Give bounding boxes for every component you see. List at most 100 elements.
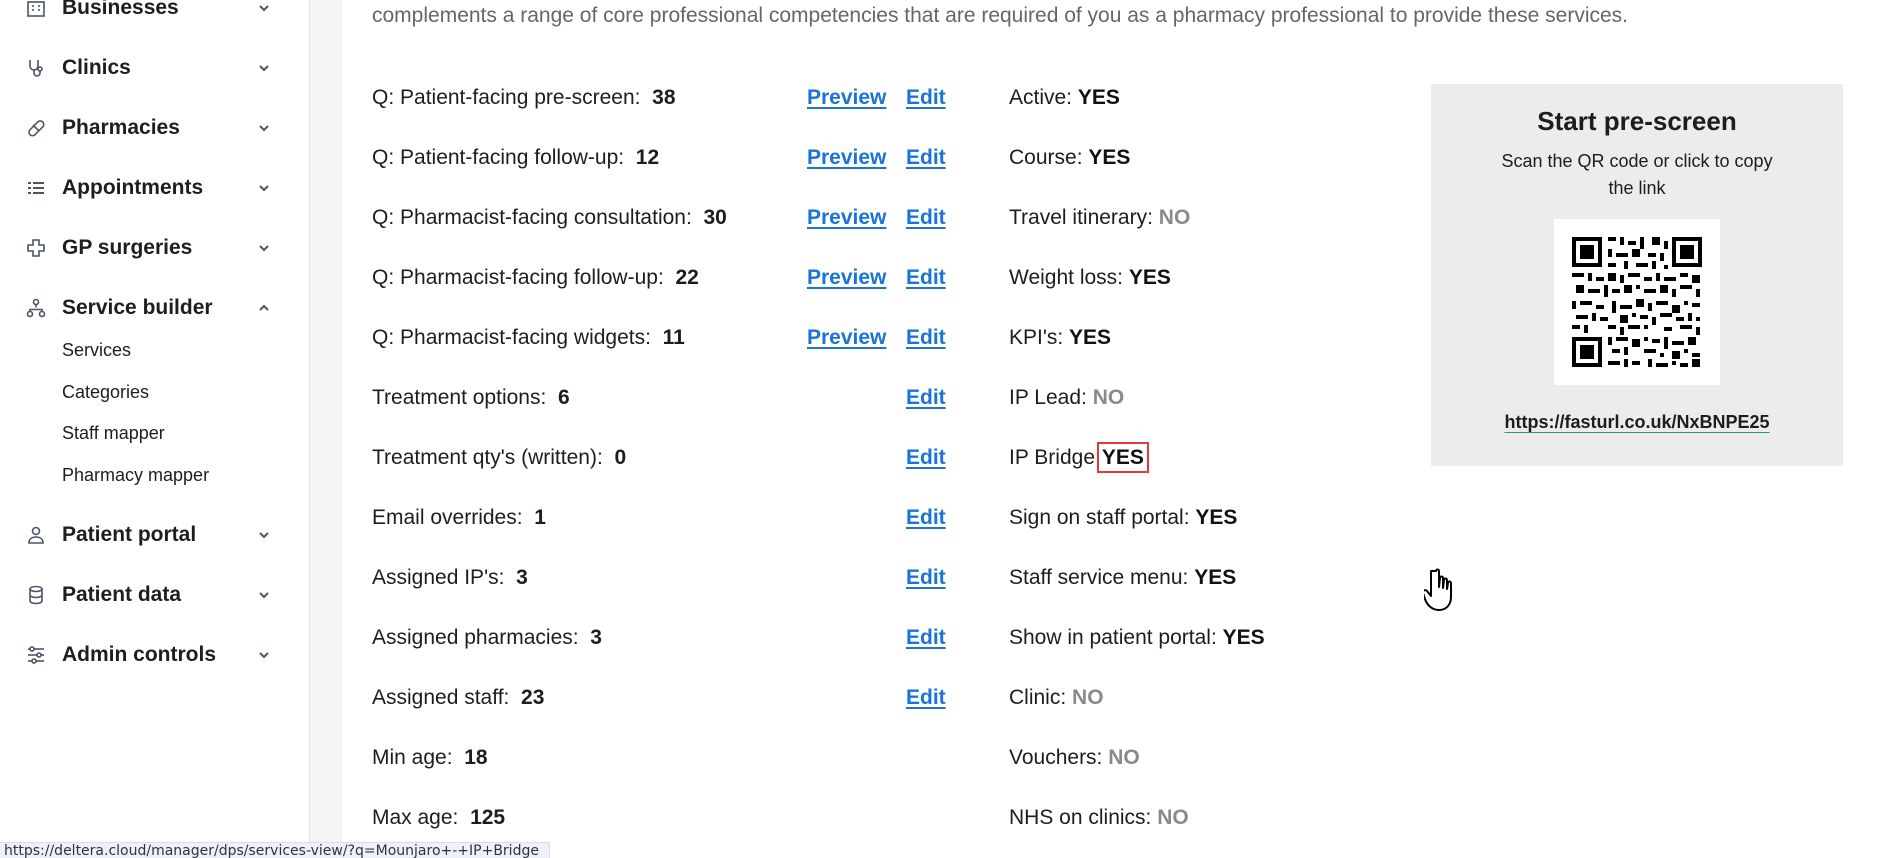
preview-link-pharmacist-consultation[interactable]: Preview — [807, 206, 886, 230]
row-value: 38 — [652, 86, 676, 109]
sidebar-item-label: Appointments — [62, 176, 204, 199]
sidebar-item-patient-portal[interactable]: Patient portal — [24, 515, 274, 555]
row-value: 30 — [703, 206, 727, 229]
sidebar-subitem-services[interactable]: Services — [62, 340, 131, 361]
chevron-up-icon — [254, 298, 274, 318]
sidebar-item-label: Pharmacies — [62, 116, 180, 139]
edit-link-treatment-qty[interactable]: Edit — [906, 446, 946, 470]
flag-label: IP Lead: — [1009, 386, 1087, 409]
sidebar-item-label: Clinics — [62, 56, 131, 79]
row-value: 23 — [521, 686, 545, 709]
row-label: Max age: — [372, 806, 459, 829]
row-value: 6 — [557, 386, 570, 409]
flag-sign-on-staff-portal: Sign on staff portal: YES — [1009, 506, 1237, 530]
sidebar-subitem-staff-mapper[interactable]: Staff mapper — [62, 423, 165, 444]
flag-value: YES — [1194, 566, 1237, 589]
database-icon — [24, 583, 48, 607]
sidebar-item-label: Admin controls — [62, 643, 217, 666]
sidebar-subitem-categories[interactable]: Categories — [62, 382, 149, 403]
flag-vouchers: Vouchers: NO — [1009, 746, 1140, 770]
preview-link-pharmacist-follow-up[interactable]: Preview — [807, 266, 886, 290]
flag-value: NO — [1092, 386, 1125, 409]
chevron-down-icon — [254, 118, 274, 138]
detail-row-email-overrides: Email overrides: 1 — [372, 506, 546, 530]
flag-label: Staff service menu: — [1009, 566, 1189, 589]
flag-label: Clinic: — [1009, 686, 1067, 709]
flag-nhs-on-clinics: NHS on clinics: NO — [1009, 806, 1189, 830]
flag-label: Show in patient portal: — [1009, 626, 1217, 649]
detail-row-assigned-staff: Assigned staff: 23 — [372, 686, 544, 710]
edit-link-assigned-ips[interactable]: Edit — [906, 566, 946, 590]
preview-link-patient-pre-screen[interactable]: Preview — [807, 86, 886, 110]
sidebar-item-appointments[interactable]: Appointments — [24, 168, 274, 208]
detail-row-pharmacist-follow-up: Q: Pharmacist-facing follow-up: 22 — [372, 266, 699, 290]
chevron-down-icon — [254, 178, 274, 198]
service-detail-panel: complements a range of core professional… — [342, 0, 1880, 858]
browser-status-url: https://deltera.cloud/manager/dps/servic… — [0, 842, 550, 858]
detail-row-patient-pre-screen: Q: Patient-facing pre-screen: 38 — [372, 86, 676, 110]
prescreen-subtitle: Scan the QR code or click to copy the li… — [1501, 151, 1773, 198]
qr-code-image — [1554, 219, 1720, 385]
flag-value: YES — [1069, 326, 1112, 349]
row-value: 11 — [662, 326, 685, 349]
sidebar-item-businesses[interactable]: Businesses — [24, 0, 274, 28]
flag-value-highlighted: YES — [1096, 442, 1149, 473]
service-description: complements a range of core professional… — [372, 4, 1629, 27]
edit-link-patient-pre-screen[interactable]: Edit — [906, 86, 946, 110]
chevron-down-icon — [254, 238, 274, 258]
edit-link-email-overrides[interactable]: Edit — [906, 506, 946, 530]
prescreen-title: Start pre-screen — [1537, 106, 1737, 136]
sidebar-item-patient-data[interactable]: Patient data — [24, 575, 274, 615]
row-label: Assigned IP's: — [372, 566, 505, 589]
row-label: Q: Pharmacist-facing follow-up: — [372, 266, 664, 289]
edit-link-patient-follow-up[interactable]: Edit — [906, 146, 946, 170]
sidebar-item-gp-surgeries[interactable]: GP surgeries — [24, 228, 274, 268]
flag-ip-lead: IP Lead: NO — [1009, 386, 1124, 410]
row-label: Assigned staff: — [372, 686, 510, 709]
flag-label: Course: — [1009, 146, 1083, 169]
sliders-icon — [24, 643, 48, 667]
chevron-down-icon — [254, 585, 274, 605]
sidebar-item-admin-controls[interactable]: Admin controls — [24, 635, 274, 675]
edit-link-assigned-staff[interactable]: Edit — [906, 686, 946, 710]
prescreen-link[interactable]: https://fasturl.co.uk/NxBNPE25 — [1431, 412, 1843, 433]
sidebar-item-service-builder[interactable]: Service builder — [24, 288, 274, 328]
app-window: Businesses Clinics Pharmacies Appointmen… — [0, 0, 1880, 858]
row-value: 0 — [614, 446, 627, 469]
sidebar: Businesses Clinics Pharmacies Appointmen… — [0, 0, 310, 858]
edit-link-pharmacist-widgets[interactable]: Edit — [906, 326, 946, 350]
row-value: 3 — [590, 626, 602, 649]
flag-value: NO — [1108, 746, 1140, 769]
sitemap-icon — [24, 296, 48, 320]
chevron-down-icon — [254, 58, 274, 78]
edit-link-treatment-options[interactable]: Edit — [906, 386, 946, 410]
row-value: 3 — [516, 566, 528, 589]
sidebar-item-pharmacies[interactable]: Pharmacies — [24, 108, 274, 148]
sidebar-item-label: Patient data — [62, 583, 182, 606]
preview-link-pharmacist-widgets[interactable]: Preview — [807, 326, 886, 350]
edit-link-pharmacist-follow-up[interactable]: Edit — [906, 266, 946, 290]
flag-label: KPI's: — [1009, 326, 1064, 349]
row-label: Q: Patient-facing pre-screen: — [372, 86, 641, 109]
prescreen-panel: Start pre-screen Scan the QR code or cli… — [1431, 84, 1843, 466]
flag-label: Travel itinerary: — [1009, 206, 1153, 229]
flag-ip-bridge: IP Bridge:YES — [1009, 442, 1149, 473]
flag-label: Sign on staff portal: — [1009, 506, 1190, 529]
row-label: Q: Pharmacist-facing widgets: — [372, 326, 651, 349]
edit-link-assigned-pharmacies[interactable]: Edit — [906, 626, 946, 650]
row-label: Email overrides: — [372, 506, 523, 529]
flag-value: NO — [1072, 686, 1104, 709]
detail-row-pharmacist-widgets: Q: Pharmacist-facing widgets: 11 — [372, 326, 685, 350]
flag-value: YES — [1222, 626, 1265, 649]
row-label: Q: Pharmacist-facing consultation: — [372, 206, 692, 229]
detail-row-pharmacist-consultation: Q: Pharmacist-facing consultation: 30 — [372, 206, 727, 230]
sidebar-item-clinics[interactable]: Clinics — [24, 48, 274, 88]
preview-link-patient-follow-up[interactable]: Preview — [807, 146, 886, 170]
chevron-down-icon — [254, 645, 274, 665]
qr-code[interactable] — [1554, 219, 1720, 385]
edit-link-pharmacist-consultation[interactable]: Edit — [906, 206, 946, 230]
flag-value: YES — [1077, 86, 1120, 109]
sidebar-subitem-pharmacy-mapper[interactable]: Pharmacy mapper — [62, 465, 209, 486]
flag-kpis: KPI's: YES — [1009, 326, 1111, 350]
flag-weight-loss: Weight loss: YES — [1009, 266, 1171, 290]
